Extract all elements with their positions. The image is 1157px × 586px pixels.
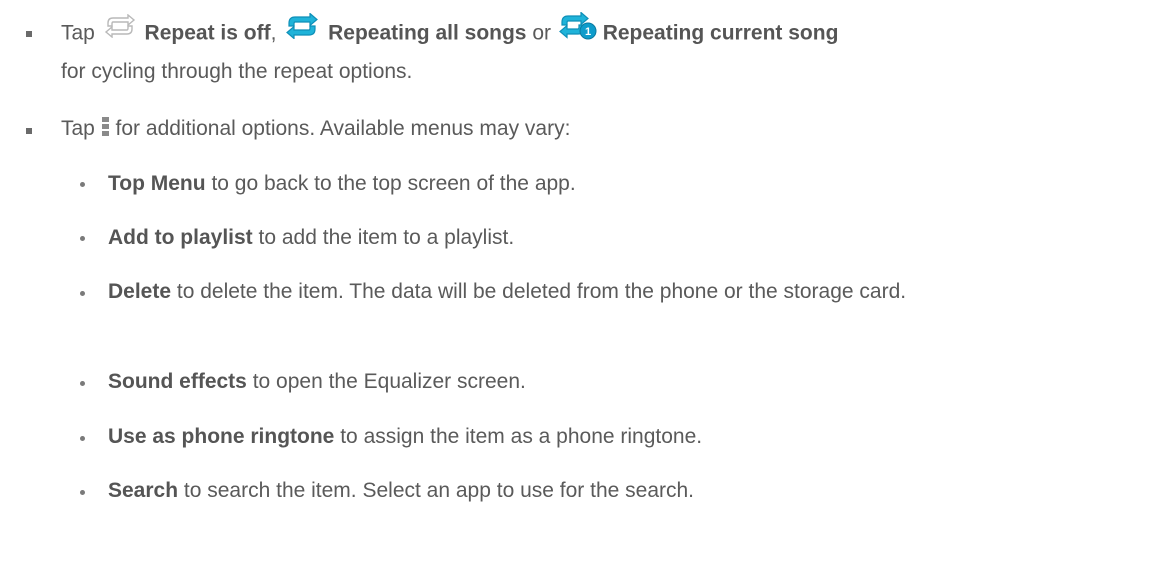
repeat-all-icon [282,12,322,51]
repeat-one-icon: 1 [557,11,597,52]
menu-option-description: to add the item to a playlist. [258,226,515,249]
repeat-all-label: Repeating all songs [328,21,527,45]
menu-option-description: to assign the item as a phone ringtone. [340,425,703,448]
repeat-suffix-text: for cycling through the repeat options. [61,60,413,83]
menu-option-description: to open the Equalizer screen. [252,370,526,393]
menu-option-label: Search [108,479,179,502]
tap-text: Tap [61,117,95,140]
menu-option-item: Sound effects to open the Equalizer scre… [108,364,1138,400]
menu-option-item: Search to search the item. Select an app… [108,473,1138,509]
round-bullet [80,291,85,296]
menu-option-label: Sound effects [108,370,247,393]
repeat-off-label: Repeat is off [144,21,271,45]
menu-option-item: Delete to delete the item. The data will… [108,274,1138,310]
round-bullet [80,381,85,386]
repeat-off-icon [101,13,139,50]
round-bullet [80,236,85,241]
menu-option-description: to search the item. Select an app to use… [183,479,695,502]
svg-text:1: 1 [585,26,591,38]
round-bullet [80,436,85,441]
repeat-options-item: Tap Repeat is off, Repeating all songs o… [61,11,1141,90]
menu-option-label: Add to playlist [108,226,253,249]
square-bullet [26,31,32,37]
menu-option-description: to go back to the top screen of the app. [211,172,576,195]
or-text: or [532,21,552,45]
repeat-current-label: Repeating current song [602,21,839,45]
menu-option-description: to delete the item. The data will be del… [176,280,907,303]
menu-option-label: Use as phone ringtone [108,425,335,448]
round-bullet [80,490,85,495]
square-bullet [26,128,32,134]
additional-options-text: for additional options. Available menus … [115,117,571,140]
tap-text: Tap [61,21,95,45]
round-bullet [80,182,85,187]
additional-options-item: Tap for additional options. Available me… [61,111,1141,147]
menu-option-label: Top Menu [108,172,206,195]
menu-option-item: Use as phone ringtone to assign the item… [108,419,1138,455]
comma-text: , [270,21,277,45]
document-page: Tap Repeat is off, Repeating all songs o… [0,0,1157,586]
menu-option-label: Delete [108,280,172,303]
menu-option-item: Add to playlist to add the item to a pla… [108,220,1138,256]
menu-overflow-icon [101,117,109,137]
menu-option-item: Top Menu to go back to the top screen of… [108,166,1138,202]
